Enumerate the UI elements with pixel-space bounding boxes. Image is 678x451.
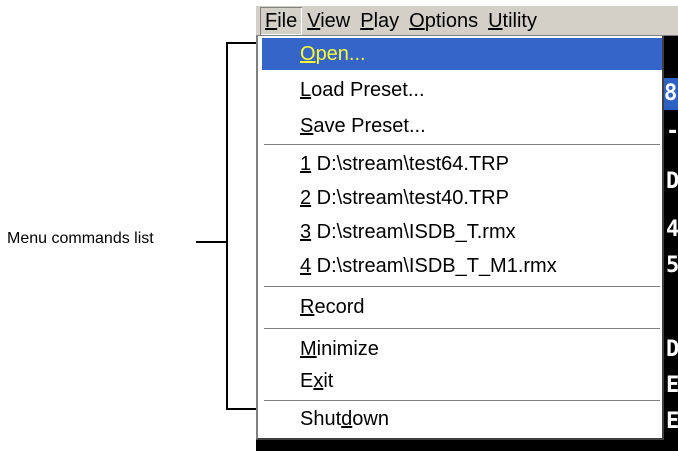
menu-play-label: lay [373,9,400,32]
menu-play[interactable]: Play [355,7,404,35]
recent-file-path: D:\stream\test64.TRP [311,153,509,175]
menu-file-mnemonic: F [265,9,278,32]
recent-file-number: 4 [300,255,312,277]
menu-item-minimize[interactable]: Minimize [262,333,662,365]
background-text-fragment: - [666,119,678,144]
menu-item-load-preset-label: oad Preset... [311,79,425,101]
menu-item-shutdown-label-start: Shut [300,408,342,430]
background-text-fragment: 4 [666,217,678,242]
recent-file-number: 2 [300,187,312,209]
menu-utility-mnemonic: U [488,9,503,32]
annotation-leader-line [196,241,226,243]
menu-item-exit[interactable]: Exit [262,365,662,397]
file-menu-dropdown: Open... Load Preset... Save Preset... 1 … [256,36,664,440]
recent-file-path: D:\stream\ISDB_T_M1.rmx [311,255,557,277]
recent-file-number: 1 [300,153,312,175]
menu-utility[interactable]: Utility [483,7,542,35]
menu-item-recent-file-3[interactable]: 3 D:\stream\ISDB_T.rmx [262,216,662,248]
menu-separator [264,400,660,402]
background-text-fragment: 5 [666,253,678,278]
recent-file-path: D:\stream\test40.TRP [311,187,509,209]
menu-file-label: ile [277,9,298,32]
menu-item-minimize-mnemonic: M [300,338,317,360]
menu-item-exit-label-start: E [300,370,314,392]
recent-file-number: 3 [300,221,312,243]
menu-options-label: ptions [424,9,479,32]
menu-item-shutdown-mnemonic: d [341,408,353,430]
menu-item-open[interactable]: Open... [262,38,662,70]
menu-view-label: iew [320,9,351,32]
menu-item-load-preset-mnemonic: L [300,79,312,101]
menu-options[interactable]: Options [404,7,483,35]
menu-item-recent-file-1[interactable]: 1 D:\stream\test64.TRP [262,148,662,180]
menu-item-recent-file-2[interactable]: 2 D:\stream\test40.TRP [262,182,662,214]
menu-item-minimize-label: inimize [316,338,379,360]
menu-item-save-preset-label: ave Preset... [313,115,426,137]
menu-bar: File View Play Options Utility [256,6,678,36]
menu-separator [264,328,660,330]
background-text-fragment: E [666,409,678,434]
menu-utility-label: tility [502,9,537,32]
menu-item-exit-mnemonic: x [313,370,324,392]
menu-item-shutdown[interactable]: Shutdown [262,404,662,434]
menu-item-exit-label-end: it [323,370,334,392]
menu-file[interactable]: File [260,6,303,35]
menu-view-mnemonic: V [307,9,321,32]
menu-options-mnemonic: O [409,9,425,32]
background-text-fragment: D [666,169,678,194]
menu-play-mnemonic: P [360,9,374,32]
annotation-bracket [226,42,256,410]
menu-item-record-mnemonic: R [300,296,315,318]
menu-item-open-label: pen... [315,43,366,65]
menu-item-save-preset[interactable]: Save Preset... [262,110,662,142]
menu-view[interactable]: View [302,7,355,35]
menu-item-open-mnemonic: O [300,43,316,65]
menu-separator [264,286,660,288]
recent-file-path: D:\stream\ISDB_T.rmx [311,221,516,243]
menu-item-save-preset-mnemonic: S [300,115,314,137]
menu-item-shutdown-label-end: own [352,408,389,430]
background-text-fragment: 8 [664,78,678,110]
background-text-fragment: D [666,337,678,362]
menu-item-recent-file-4[interactable]: 4 D:\stream\ISDB_T_M1.rmx [262,250,662,282]
menu-item-record[interactable]: Record [262,291,662,323]
background-text-fragment: E [666,373,678,398]
annotation-label: Menu commands list [7,230,154,247]
menu-item-load-preset[interactable]: Load Preset... [262,74,662,106]
menu-separator [264,144,660,146]
menu-item-record-label: ecord [314,296,365,318]
